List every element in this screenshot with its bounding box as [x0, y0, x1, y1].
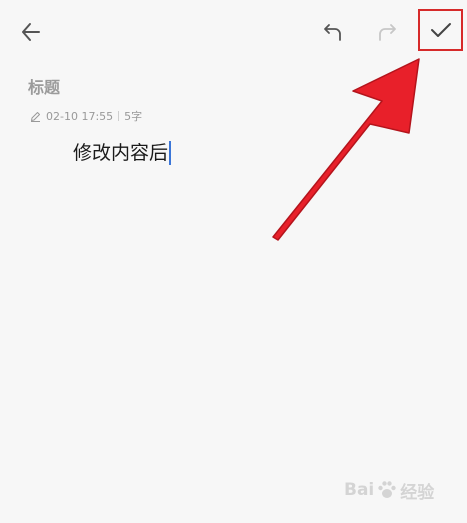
baidu-watermark: Bai 经验 — [344, 470, 459, 510]
watermark-brand-suffix: 经验 — [400, 482, 435, 503]
watermark-brand-prefix: Bai — [344, 480, 375, 500]
annotation-arrow — [272, 58, 420, 241]
paw-icon — [376, 479, 398, 501]
